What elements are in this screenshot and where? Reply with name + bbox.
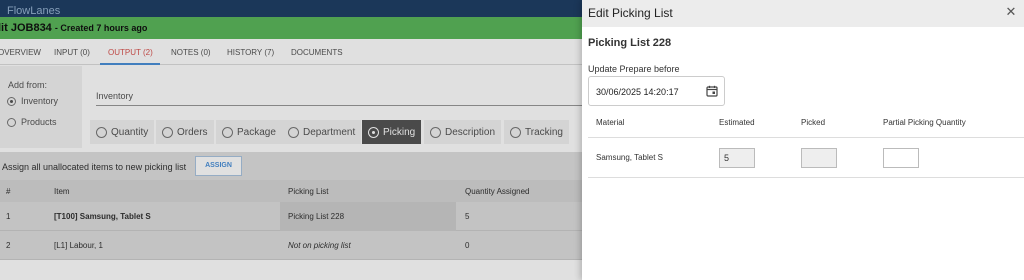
calendar-icon[interactable] — [706, 85, 718, 97]
prepare-before-label: Update Prepare before — [588, 64, 680, 74]
column-header-estimated: Estimated — [719, 118, 755, 127]
modal-backdrop[interactable] — [0, 0, 582, 280]
column-header-partial-picking-quantity: Partial Picking Quantity — [883, 118, 966, 127]
close-icon[interactable]: ✕ — [1004, 5, 1018, 19]
prepare-before-datetime-input[interactable]: 30/06/2025 14:20:17 — [588, 76, 725, 106]
column-header-material: Material — [596, 118, 625, 127]
material-table-header: Material Estimated Picked Partial Pickin… — [588, 110, 1024, 138]
picked-quantity-field — [801, 148, 837, 168]
estimated-quantity-field: 5 — [719, 148, 755, 168]
column-header-picked: Picked — [801, 118, 826, 127]
edit-picking-list-drawer: Edit Picking List ✕ Picking List 228 Upd… — [582, 0, 1024, 280]
material-name: Samsung, Tablet S — [596, 153, 664, 162]
picking-list-title: Picking List 228 — [588, 37, 672, 49]
drawer-header: Edit Picking List ✕ — [582, 0, 1024, 27]
drawer-title: Edit Picking List — [588, 6, 673, 20]
partial-picking-quantity-input[interactable] — [883, 148, 919, 168]
prepare-before-value: 30/06/2025 14:20:17 — [596, 87, 679, 97]
table-row: Samsung, Tablet S 5 — [588, 138, 1024, 178]
